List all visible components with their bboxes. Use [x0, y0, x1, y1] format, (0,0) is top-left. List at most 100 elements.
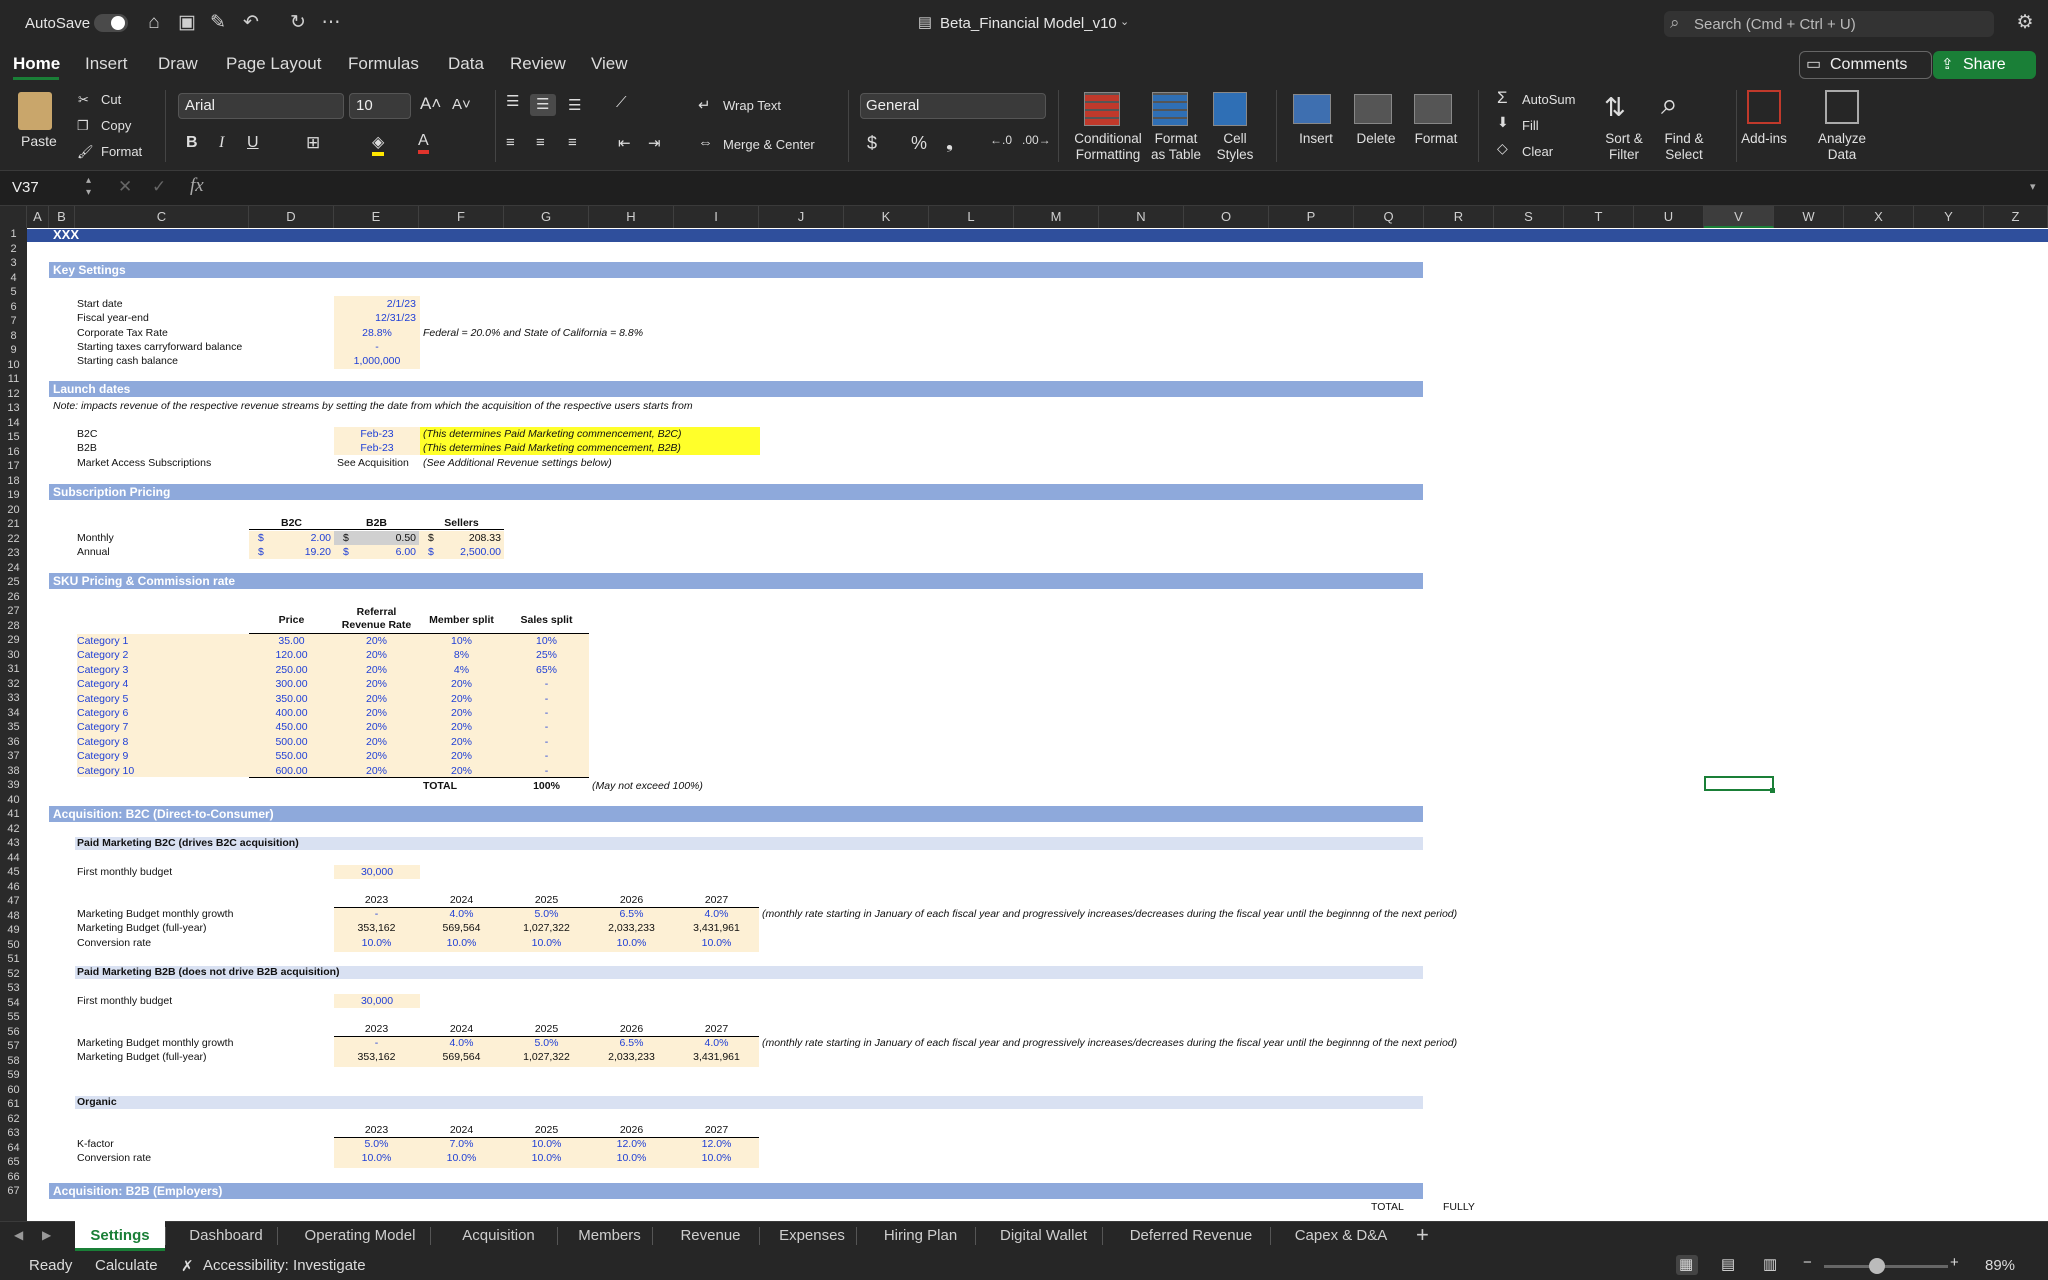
- sku-cell[interactable]: 35.00: [249, 635, 334, 648]
- row-header[interactable]: 23: [0, 547, 27, 559]
- row-header[interactable]: 11: [0, 373, 27, 385]
- format-label[interactable]: Format: [1406, 131, 1466, 147]
- col-header-s[interactable]: S: [1494, 206, 1564, 228]
- sku-cell[interactable]: 350.00: [249, 693, 334, 706]
- decrease-decimal-icon[interactable]: .00→: [1022, 133, 1051, 147]
- year-value[interactable]: 12.0%: [589, 1138, 674, 1151]
- year-value[interactable]: 12.0%: [674, 1138, 759, 1151]
- year-value[interactable]: 1,027,322: [504, 922, 589, 935]
- tab-page-layout[interactable]: Page Layout: [226, 54, 321, 74]
- year-value[interactable]: -: [334, 908, 419, 921]
- format-cells-icon[interactable]: [1414, 94, 1452, 124]
- sku-cell[interactable]: -: [504, 707, 589, 720]
- row-header[interactable]: 26: [0, 591, 27, 603]
- col-header-w[interactable]: W: [1774, 206, 1844, 228]
- row-header[interactable]: 16: [0, 446, 27, 458]
- col-header-t[interactable]: T: [1564, 206, 1634, 228]
- row-header[interactable]: 40: [0, 794, 27, 806]
- row-header[interactable]: 38: [0, 765, 27, 777]
- year-value[interactable]: 10.0%: [419, 1152, 504, 1165]
- annual-sellers[interactable]: 2,500.00: [419, 546, 501, 559]
- year-value[interactable]: 7.0%: [419, 1138, 504, 1151]
- row-header[interactable]: 31: [0, 663, 27, 675]
- col-header-e[interactable]: E: [334, 206, 419, 228]
- year-value[interactable]: 4.0%: [674, 1037, 759, 1050]
- add-ins-label[interactable]: Add-ins: [1734, 131, 1794, 147]
- decrease-font-icon[interactable]: A˅: [452, 96, 471, 113]
- year-value[interactable]: 10.0%: [674, 1152, 759, 1165]
- sku-cell[interactable]: -: [504, 736, 589, 749]
- zoom-slider-handle[interactable]: [1869, 1258, 1885, 1274]
- sku-cell[interactable]: 20%: [334, 664, 419, 677]
- col-header-x[interactable]: X: [1844, 206, 1914, 228]
- format-as-table-icon[interactable]: [1152, 92, 1188, 126]
- select-all-corner[interactable]: [0, 206, 27, 228]
- year-value[interactable]: 5.0%: [504, 1037, 589, 1050]
- cut-button[interactable]: Cut: [101, 92, 121, 107]
- italic-icon[interactable]: I: [219, 134, 224, 152]
- row-header[interactable]: 57: [0, 1040, 27, 1052]
- row-header[interactable]: 45: [0, 866, 27, 878]
- cell-styles-icon[interactable]: [1213, 92, 1247, 126]
- year-value[interactable]: 353,162: [334, 1051, 419, 1064]
- row-header[interactable]: 1: [0, 228, 27, 240]
- sku-cell[interactable]: 20%: [334, 635, 419, 648]
- zoom-out-icon[interactable]: −: [1803, 1254, 1812, 1271]
- copy-button[interactable]: Copy: [101, 118, 131, 133]
- value-starting-cash[interactable]: 1,000,000: [334, 355, 420, 368]
- name-box[interactable]: V37: [12, 179, 39, 196]
- value-launch-b2c[interactable]: Feb-23: [334, 428, 420, 441]
- sku-cell[interactable]: 4%: [419, 664, 504, 677]
- sheet-tab[interactable]: Members: [567, 1221, 652, 1251]
- merge-center-button[interactable]: Merge & Center: [723, 137, 815, 152]
- col-header-b[interactable]: B: [49, 206, 75, 228]
- row-header[interactable]: 2: [0, 243, 27, 255]
- tab-insert[interactable]: Insert: [85, 54, 128, 74]
- increase-indent-icon[interactable]: ⇥: [648, 134, 661, 152]
- percent-icon[interactable]: %: [911, 133, 927, 154]
- annual-b2b[interactable]: 6.00: [334, 546, 416, 559]
- align-center-icon[interactable]: ≡: [536, 134, 545, 151]
- year-value[interactable]: 10.0%: [504, 1152, 589, 1165]
- sku-cell[interactable]: 20%: [334, 750, 419, 763]
- sheet-tab[interactable]: Settings: [75, 1221, 165, 1251]
- row-header[interactable]: 33: [0, 692, 27, 704]
- col-header-f[interactable]: F: [419, 206, 504, 228]
- monthly-b2c[interactable]: 2.00: [249, 532, 331, 545]
- year-value[interactable]: 4.0%: [419, 1037, 504, 1050]
- year-value[interactable]: 10.0%: [504, 1138, 589, 1151]
- col-header-i[interactable]: I: [674, 206, 759, 228]
- delete-cells-icon[interactable]: [1354, 94, 1392, 124]
- row-header[interactable]: 22: [0, 533, 27, 545]
- row-header[interactable]: 49: [0, 924, 27, 936]
- value-taxes-carryforward[interactable]: -: [334, 341, 420, 354]
- row-header[interactable]: 25: [0, 576, 27, 588]
- row-header[interactable]: 63: [0, 1127, 27, 1139]
- row-header[interactable]: 47: [0, 895, 27, 907]
- document-title[interactable]: Beta_Financial Model_v10: [940, 15, 1117, 32]
- row-header[interactable]: 36: [0, 736, 27, 748]
- year-value[interactable]: 353,162: [334, 922, 419, 935]
- year-value[interactable]: 4.0%: [674, 908, 759, 921]
- title-chevron-icon[interactable]: ⌄: [1120, 15, 1129, 28]
- sku-cell[interactable]: 500.00: [249, 736, 334, 749]
- row-header[interactable]: 24: [0, 562, 27, 574]
- sku-cell[interactable]: 20%: [419, 707, 504, 720]
- col-header-a[interactable]: A: [27, 206, 49, 228]
- formula-input[interactable]: [216, 176, 2026, 200]
- analyze-data-icon[interactable]: [1825, 90, 1859, 124]
- conditional-formatting-icon[interactable]: [1084, 92, 1120, 126]
- row-header[interactable]: 20: [0, 504, 27, 516]
- annual-b2c[interactable]: 19.20: [249, 546, 331, 559]
- col-header-k[interactable]: K: [844, 206, 929, 228]
- paste-icon[interactable]: [18, 92, 52, 130]
- underline-icon[interactable]: U: [247, 134, 259, 152]
- sku-cell[interactable]: 20%: [334, 707, 419, 720]
- wrap-text-button[interactable]: Wrap Text: [723, 98, 781, 113]
- fill-button[interactable]: Fill: [1522, 118, 1539, 133]
- sku-cell[interactable]: 600.00: [249, 765, 334, 778]
- zoom-level[interactable]: 89%: [1985, 1257, 2015, 1274]
- add-sheet-icon[interactable]: +: [1416, 1222, 1429, 1248]
- align-top-icon[interactable]: ☰: [506, 92, 519, 110]
- sku-cell[interactable]: 20%: [334, 678, 419, 691]
